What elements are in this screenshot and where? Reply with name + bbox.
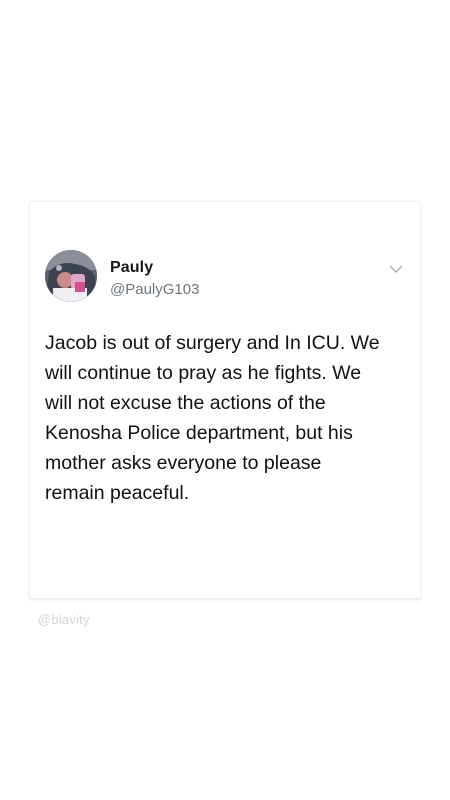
- tweet-card[interactable]: Pauly @PaulyG103 Jacob is out of surgery…: [30, 202, 420, 598]
- tweet-text: Jacob is out of surgery and In ICU. We w…: [45, 332, 380, 504]
- tweet-header: Pauly @PaulyG103: [45, 250, 410, 310]
- watermark: @blavity: [38, 612, 90, 627]
- display-name[interactable]: Pauly: [110, 259, 153, 277]
- username[interactable]: @PaulyG103: [110, 281, 199, 298]
- avatar-photo-icon: [45, 250, 97, 302]
- avatar[interactable]: [45, 250, 97, 302]
- page: Pauly @PaulyG103 Jacob is out of surgery…: [0, 0, 450, 800]
- chevron-down-icon[interactable]: [388, 262, 404, 274]
